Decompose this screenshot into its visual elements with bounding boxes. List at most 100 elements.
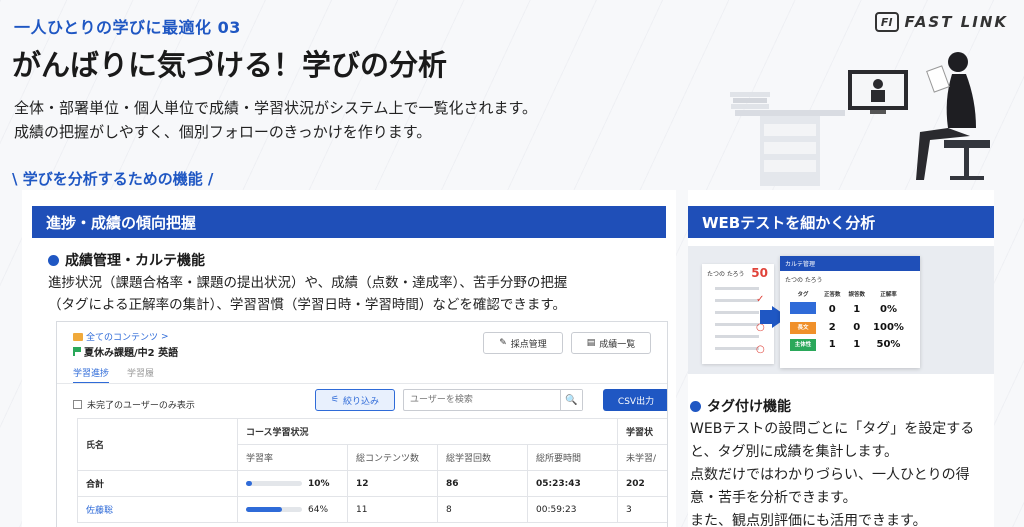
tag-chip: 長文: [790, 322, 816, 334]
check-mark-icon: ✓: [756, 294, 765, 305]
left-panel-heading: 進捗・成績の傾向把握: [32, 206, 666, 238]
right-panel-heading: WEBテストを細かく分析: [688, 206, 994, 238]
flag-icon: [73, 347, 81, 356]
person-head: [948, 52, 968, 72]
row-contents: 12: [347, 470, 438, 497]
desk-top: [735, 110, 845, 116]
filter-button[interactable]: ⚟ 絞り込み: [315, 389, 395, 411]
table-row: 0 1 0%: [786, 300, 908, 319]
table-row: 佐藤聡 64% 11 8 00:59:23 3: [77, 496, 667, 523]
search-icon[interactable]: 🔍: [560, 390, 582, 410]
app-screenshot: 全てのコンテンツ > 夏休み課題/中2 英語 ✎ 採点管理 ▤ 成績一覧 学習進…: [56, 321, 668, 527]
tag-feature-line-2: 点数だけではわかりづらい、一人ひとりの得意・苦手を分析できます。: [690, 467, 970, 506]
folder-icon: [73, 332, 83, 341]
filter-icon: ⚟: [330, 395, 340, 405]
breadcrumb-link[interactable]: 全てのコンテンツ: [86, 330, 158, 343]
breadcrumb-separator: >: [161, 331, 169, 342]
row-rate: 10%: [237, 470, 348, 497]
correct-count: 2: [828, 322, 836, 333]
study-illustration: [730, 52, 990, 186]
person-body: [946, 74, 976, 128]
web-test-illustration: たつの たろう 50 ✓ ○ ○ カルテ管理 たつの たろう タグ 正答数 誤答…: [688, 246, 994, 374]
stamp-icon: ✎: [499, 338, 507, 348]
paper-score: 50: [751, 266, 768, 280]
paper-sheet: [926, 65, 950, 93]
description-line-1: 全体・部署単位・個人単位で成績・学習状況がシステム上で一覧化されます。: [14, 99, 538, 117]
col-header: 総学習回数: [437, 444, 528, 471]
user-search-input[interactable]: [403, 389, 583, 411]
col-header: 総コンテンツ数: [347, 444, 438, 471]
row-count: 8: [437, 496, 528, 523]
karte-student-name: たつの たろう: [785, 277, 823, 284]
tab-history[interactable]: 学習履: [127, 366, 154, 384]
series-label: 一人ひとりの学びに最適化 03: [14, 18, 241, 37]
karte-col: 正解率: [880, 292, 897, 298]
row-contents: 11: [347, 496, 438, 523]
tag-feature-title: タグ付け機能: [690, 396, 791, 416]
karte-col: 正答数: [824, 292, 841, 298]
page-title: がんばりに気づける！学びの分析: [12, 48, 448, 82]
progress-bar: [246, 506, 302, 512]
description-line-2: 成績の把握がしやすく、個別フォローのきっかけを作ります。: [14, 123, 432, 141]
wrong-count: 0: [853, 322, 861, 333]
row-unlearned: 202: [617, 470, 667, 497]
right-panel: WEBテストを細かく分析 たつの たろう 50 ✓ ○ ○ カルテ管理 たつの …: [688, 190, 994, 527]
brand-logo: Fl FAST LINK: [874, 12, 1009, 32]
checkbox-box[interactable]: [73, 400, 82, 409]
book-stack: [730, 92, 770, 97]
row-rate-text: 64%: [308, 504, 329, 515]
table-row: 主体性 1 1 50%: [786, 336, 908, 353]
karte-feature-description: 進捗状況（課題合格率・課題の提出状況）や、成績（点数・達成率）、苦手分野の把握 …: [48, 272, 668, 316]
correct-rate: 100%: [873, 322, 904, 333]
row-count: 86: [437, 470, 528, 497]
grading-button-label: 採点管理: [510, 339, 547, 350]
col-header: 学習率: [237, 444, 348, 471]
table-row-total: 合計 10% 12 86 05:23:43 202: [77, 470, 667, 497]
tag-feature-line-1: WEBテストの設問ごとに「タグ」を設定すると、タグ別に成績を集計します。: [690, 421, 975, 460]
tag-feature-description: WEBテストの設問ごとに「タグ」を設定すると、タグ別に成績を集計します。 点数だ…: [690, 418, 990, 527]
karte-feature-line-2: （タグによる正解率の集計）、学習習慣（学習日時・学習時間）などを確認できます。: [48, 297, 566, 313]
karte-col: タグ: [797, 292, 809, 298]
chair-seat: [944, 140, 990, 148]
karte-feature-title-text: 成績管理・カルテ機能: [65, 253, 205, 269]
grades-list-button-label: 成績一覧: [599, 339, 636, 350]
tag-score-table: タグ 正答数 誤答数 正解率 0 1 0% 長文 2 0 100% 主体性 1 …: [786, 288, 908, 353]
breadcrumb: 全てのコンテンツ >: [73, 330, 169, 343]
left-panel: 進捗・成績の傾向把握 成績管理・カルテ機能 進捗状況（課題合格率・課題の提出状況…: [22, 190, 676, 527]
karte-feature-line-1: 進捗状況（課題合格率・課題の提出状況）や、成績（点数・達成率）、苦手分野の把握: [48, 275, 568, 291]
section-label: \ 学びを分析するための機能 /: [12, 170, 214, 188]
filter-button-label: 絞り込み: [343, 396, 380, 407]
progress-table: 氏名 コース学習状況 学習状 学習率 総コンテンツ数 総学習回数 総所要時間 未…: [77, 418, 667, 523]
row-unlearned: 3: [617, 496, 667, 523]
progress-bar: [246, 480, 302, 486]
person-legs: [916, 128, 970, 180]
row-rate: 64%: [237, 496, 348, 523]
col-header: 総所要時間: [527, 444, 618, 471]
karte-header: カルテ管理: [780, 256, 920, 271]
logo-name: FAST LINK: [904, 13, 1008, 31]
bullet-dot-icon: [48, 254, 59, 266]
chart-icon: ▤: [586, 338, 596, 348]
incomplete-only-label: 未完了のユーザーのみ表示: [87, 401, 195, 411]
grading-button[interactable]: ✎ 採点管理: [483, 332, 563, 354]
wrong-count: 1: [853, 339, 861, 350]
row-time: 00:59:23: [527, 496, 618, 523]
row-name: 合計: [77, 470, 238, 497]
table-row: 長文 2 0 100%: [786, 319, 908, 336]
tab-progress[interactable]: 学習進捗: [73, 366, 110, 384]
grades-list-button[interactable]: ▤ 成績一覧: [571, 332, 651, 354]
tab-divider: [57, 383, 667, 384]
user-link[interactable]: 佐藤聡: [86, 506, 113, 516]
correct-count: 0: [828, 304, 836, 315]
incomplete-only-checkbox[interactable]: 未完了のユーザーのみ表示: [73, 398, 195, 411]
tab-bar: 学習進捗 学習履: [73, 366, 154, 384]
study-status-header: 学習状: [617, 418, 667, 445]
tag-feature-line-3: また、観点別評価にも活用できます。: [690, 513, 927, 527]
correct-count: 1: [828, 339, 836, 350]
karte-feature-title: 成績管理・カルテ機能: [48, 250, 205, 270]
correct-rate: 0%: [879, 304, 897, 315]
col-name-header: 氏名: [77, 418, 238, 471]
course-title: 夏休み課題/中2 英語: [73, 344, 178, 359]
csv-export-button[interactable]: CSV出力: [603, 389, 667, 411]
col-header: 未学習/: [617, 444, 667, 471]
